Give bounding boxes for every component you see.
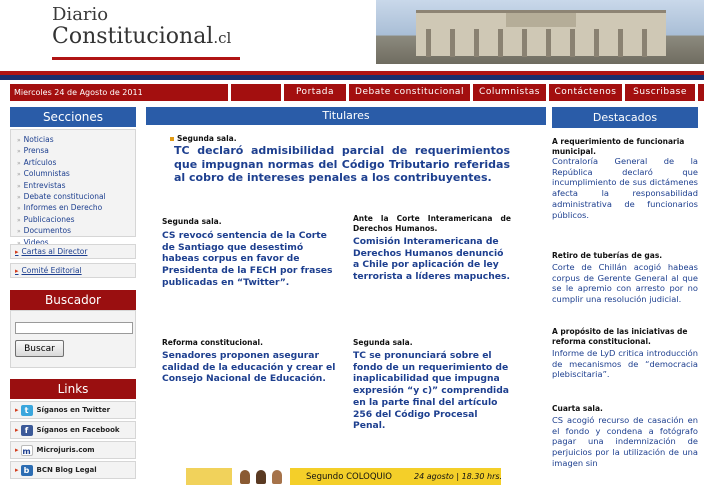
nav-suscribase[interactable]: Suscribase	[625, 84, 695, 101]
destacado-kicker: Retiro de tuberías de gas.	[552, 251, 663, 260]
banner-emblem-panel	[186, 468, 232, 485]
link-facebook-label: Síganos en Facebook	[36, 426, 120, 434]
site-logo[interactable]: Diario Constitucional.cl	[52, 4, 252, 64]
article-headline[interactable]: TC se pronunciará sobre el fondo de un r…	[353, 350, 511, 432]
logo-underline	[52, 57, 240, 60]
person-icon	[272, 470, 282, 484]
building-column	[594, 29, 599, 57]
nav-columnistas[interactable]: Columnistas	[473, 84, 546, 101]
buscador-title: Buscador	[10, 290, 136, 310]
destacado-body[interactable]: Contraloría General de la República decl…	[552, 156, 698, 220]
building-column	[522, 29, 527, 57]
lead-kicker: Segunda sala.	[170, 134, 237, 143]
link-microjuris[interactable]: ▸ m Microjuris.com	[10, 441, 136, 459]
current-date: Miercoles 24 de Agosto de 2011	[10, 84, 228, 101]
link-twitter-label: Síganos en Twitter	[36, 406, 111, 414]
bullet-square-icon	[170, 137, 174, 141]
sec-item-noticias[interactable]: Noticias	[17, 135, 135, 146]
nav-spacer	[698, 84, 704, 101]
secciones-title: Secciones	[10, 107, 136, 127]
bcn-icon: b	[20, 464, 33, 476]
article-headline[interactable]: Comisión Interamericana de Derechos Huma…	[353, 236, 511, 283]
sec-item-articulos[interactable]: Artículos	[17, 158, 135, 169]
destacado-body[interactable]: CS acogió recurso de casación en el fond…	[552, 415, 698, 469]
link-bcn-blog[interactable]: ▸ b BCN Blog Legal	[10, 461, 136, 479]
sec-item-debate[interactable]: Debate constitucional	[17, 192, 135, 203]
lead-headline[interactable]: TC declaró admisibilidad parcial de requ…	[174, 144, 510, 185]
building-facade	[416, 10, 666, 57]
coloquio-banner[interactable]: Segundo COLOQUIO 24 agosto | 18.30 hrs.	[186, 468, 501, 485]
page: Diario Constitucional.cl Miercoles 24 de…	[0, 0, 704, 485]
buscador-box: Buscar	[10, 310, 136, 368]
lead-kicker-text: Segunda sala.	[177, 134, 237, 143]
destacado-kicker: Cuarta sala.	[552, 404, 603, 413]
arrow-right-icon: ▸	[15, 267, 19, 275]
article-kicker: Segunda sala.	[162, 217, 222, 226]
destacado-kicker: A requerimiento de funcionaria municipal…	[552, 137, 685, 156]
arrow-right-icon: ▸	[15, 446, 19, 454]
destacado-kicker: A propósito de las iniciativas de reform…	[552, 327, 688, 346]
top-nav: Miercoles 24 de Agosto de 2011 Portada D…	[10, 84, 704, 101]
article-headline[interactable]: CS revocó sentencia de la Corte de Santi…	[162, 230, 340, 289]
sec-item-prensa[interactable]: Prensa	[17, 146, 135, 157]
cartas-director-label: Cartas al Director	[21, 247, 88, 256]
microjuris-icon: m	[20, 444, 33, 456]
destacados-title: Destacados	[552, 107, 698, 128]
link-twitter[interactable]: ▸ t Síganos en Twitter	[10, 401, 136, 419]
links-title: Links	[10, 379, 136, 399]
sec-item-documentos[interactable]: Documentos	[17, 226, 135, 237]
titulares-title: Titulares	[146, 107, 546, 125]
building-column	[450, 29, 455, 57]
nav-portada[interactable]: Portada	[284, 84, 346, 101]
nav-debate-constitucional[interactable]: Debate constitucional	[349, 84, 470, 101]
comite-editorial-label: Comité Editorial	[21, 266, 82, 275]
arrow-right-icon: ▸	[15, 248, 19, 256]
comite-editorial-link[interactable]: ▸ Comité Editorial	[10, 263, 136, 278]
sec-item-informes[interactable]: Informes en Derecho	[17, 203, 135, 214]
building-roof	[506, 13, 576, 27]
destacado-body[interactable]: Corte de Chillán acogió habeas corpus de…	[552, 262, 698, 305]
nav-contactenos[interactable]: Contáctenos	[549, 84, 622, 101]
sec-item-entrevistas[interactable]: Entrevistas	[17, 181, 135, 192]
building-column	[642, 29, 647, 57]
building-column	[618, 29, 623, 57]
search-input[interactable]	[15, 322, 133, 334]
person-icon	[256, 470, 266, 484]
banner-title: Segundo COLOQUIO	[306, 472, 392, 482]
logo-suffix: .cl	[213, 29, 232, 47]
article-kicker: Ante la Corte Interamericana de Derechos…	[353, 214, 511, 233]
header-blue-stripe	[0, 75, 704, 80]
nav-spacer	[231, 84, 281, 101]
sec-item-columnistas[interactable]: Columnistas	[17, 169, 135, 180]
header-building-photo	[376, 0, 704, 64]
link-microjuris-label: Microjuris.com	[36, 446, 95, 454]
building-column	[498, 29, 503, 57]
sec-item-publicaciones[interactable]: Publicaciones	[17, 215, 135, 226]
building-column	[570, 29, 575, 57]
logo-main-text: Constitucional.cl	[52, 24, 231, 49]
facebook-icon: f	[20, 424, 33, 436]
link-bcn-label: BCN Blog Legal	[36, 466, 97, 474]
banner-faces-panel	[234, 468, 286, 485]
article-headline[interactable]: Senadores proponen asegurar calidad de l…	[162, 350, 340, 385]
banner-date: 24 agosto | 18.30 hrs.	[414, 472, 501, 481]
building-column	[474, 29, 479, 57]
arrow-right-icon: ▸	[15, 426, 19, 434]
destacado-body[interactable]: Informe de LyD critica introducción de m…	[552, 348, 698, 380]
person-icon	[240, 470, 250, 484]
cartas-director-link[interactable]: ▸ Cartas al Director	[10, 244, 136, 259]
link-facebook[interactable]: ▸ f Síganos en Facebook	[10, 421, 136, 439]
article-kicker: Segunda sala.	[353, 338, 413, 347]
twitter-icon: t	[20, 404, 33, 416]
logo-top-text: Diario	[52, 4, 109, 25]
search-button[interactable]: Buscar	[15, 340, 64, 357]
building-column	[426, 29, 431, 57]
arrow-right-icon: ▸	[15, 406, 19, 414]
arrow-right-icon: ▸	[15, 466, 19, 474]
article-kicker: Reforma constitucional.	[162, 338, 263, 347]
logo-main-word: Constitucional	[52, 24, 214, 49]
secciones-list: Noticias Prensa Artículos Columnistas En…	[10, 129, 136, 247]
building-column	[546, 29, 551, 57]
